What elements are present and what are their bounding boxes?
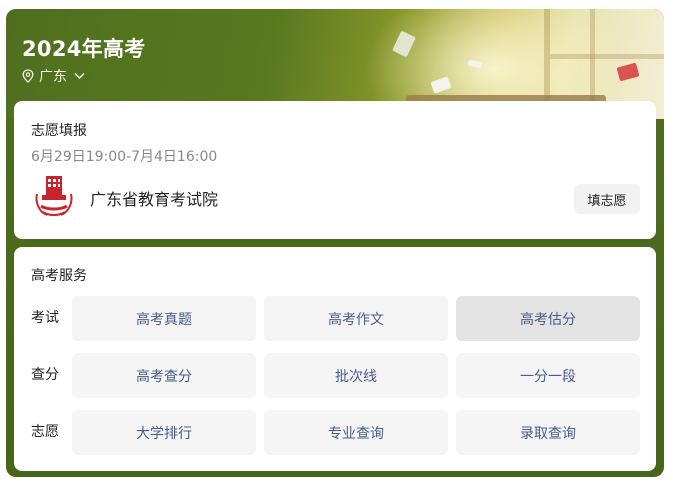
services-panel: 高考服务 考试 高考真题 高考作文 高考估分 查分 高考查分 批次线 一分一段 …: [14, 247, 656, 471]
service-admission-query-button[interactable]: 录取查询: [456, 410, 640, 455]
window-decoration: [544, 9, 664, 109]
service-essay-button[interactable]: 高考作文: [264, 296, 448, 341]
service-row-label: 考试: [31, 310, 59, 326]
location-pin-icon: [22, 69, 34, 83]
page-title: 2024年高考: [22, 37, 146, 61]
exam-authority-logo-icon: [33, 174, 75, 220]
service-score-estimate-button[interactable]: 高考估分: [456, 296, 640, 341]
service-row-label: 志愿: [31, 424, 59, 440]
service-score-ranking-button[interactable]: 一分一段: [456, 353, 640, 398]
region-label: 广东: [39, 69, 67, 85]
services-title: 高考服务: [31, 268, 87, 284]
service-score-query-button[interactable]: 高考查分: [72, 353, 256, 398]
service-university-ranking-button[interactable]: 大学排行: [72, 410, 256, 455]
application-panel: 志愿填报 6月29日19:00-7月4日16:00 广东省教育考试院 填志愿: [14, 101, 656, 239]
service-batch-line-button[interactable]: 批次线: [264, 353, 448, 398]
service-major-query-button[interactable]: 专业查询: [264, 410, 448, 455]
service-row-label: 查分: [31, 367, 59, 383]
fill-application-button[interactable]: 填志愿: [574, 184, 640, 214]
application-period: 6月29日19:00-7月4日16:00: [31, 149, 218, 165]
service-row-score: 查分 高考查分 批次线 一分一段: [14, 353, 656, 398]
application-title: 志愿填报: [31, 123, 87, 139]
gaokao-card: 2024年高考 广东 志愿填报 6月29日19:00-7月4日16:00 广东省…: [6, 9, 664, 477]
service-row-application: 志愿 大学排行 专业查询 录取查询: [14, 410, 656, 455]
chevron-down-icon: [74, 72, 85, 80]
service-past-papers-button[interactable]: 高考真题: [72, 296, 256, 341]
exam-authority-name[interactable]: 广东省教育考试院: [90, 186, 218, 210]
service-row-exam: 考试 高考真题 高考作文 高考估分: [14, 296, 656, 341]
region-selector[interactable]: 广东: [22, 66, 85, 86]
